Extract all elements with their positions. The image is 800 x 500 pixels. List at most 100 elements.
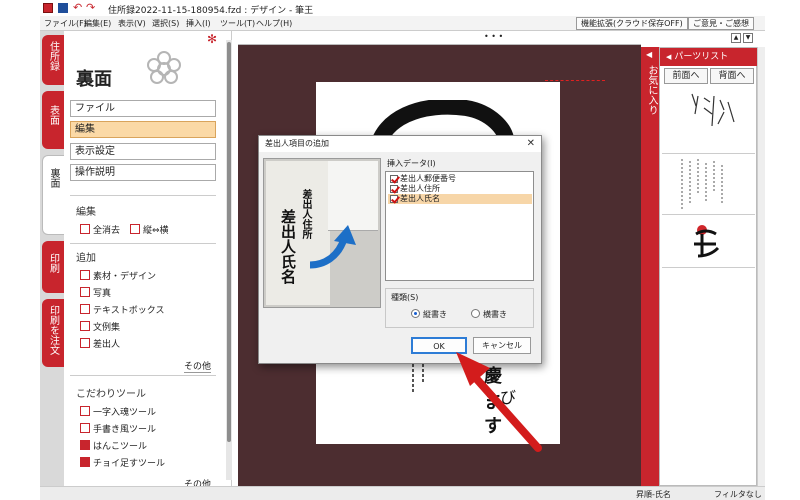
kind-label: 種類(S) — [391, 293, 419, 302]
parts-item[interactable] — [662, 155, 755, 215]
tools-section-heading: こだわりツール — [76, 389, 146, 400]
bring-front-button[interactable]: 前面へ — [664, 68, 708, 84]
tab-print-order[interactable]: 印刷を注文 — [42, 299, 64, 367]
undo-icon[interactable]: ↶ — [73, 1, 82, 14]
save-icon[interactable] — [58, 3, 68, 13]
display-settings-button[interactable]: 表示設定 — [70, 143, 216, 160]
insert-data-list[interactable]: 差出人郵便番号 差出人住所 差出人氏名 — [385, 171, 534, 281]
left-tab-strip: 住所録 表面 裏面 印刷 印刷を注文 — [40, 31, 64, 486]
window-title: 住所録2022-11-15-180954.fzd : デザイン - 筆王 — [108, 6, 314, 16]
stamp-tool-label: はんこツール — [93, 442, 148, 452]
canvas-handle[interactable]: • • • — [484, 32, 503, 41]
collapse-arrow-icon[interactable]: ◀ — [666, 53, 671, 61]
tab-print-label: 印刷 — [47, 253, 59, 273]
side-panel-scroll-thumb[interactable] — [227, 42, 231, 442]
menu-select[interactable]: 選択(S) — [152, 18, 179, 29]
edit-section-heading: 編集 — [76, 207, 96, 218]
add-photo-button[interactable]: 写真 — [80, 286, 111, 299]
single-char-tool-label: 一字入魂ツール — [93, 408, 157, 418]
add-textbox-button[interactable]: テキストボックス — [80, 303, 164, 316]
tab-front-label: 表面 — [47, 105, 59, 125]
checkbox[interactable] — [390, 175, 398, 183]
calligraphy-thumbnail — [691, 93, 735, 127]
menu-edit[interactable]: 編集(E) — [84, 18, 111, 29]
single-char-tool-button[interactable]: 一字入魂ツール — [80, 405, 156, 418]
stamp-character-thumbnail — [694, 225, 720, 258]
add-sender-button[interactable]: 差出人 — [80, 337, 120, 350]
handwriting-tool-button[interactable]: 手書き風ツール — [80, 422, 156, 435]
parts-item[interactable] — [662, 88, 755, 154]
text-thumbnail — [681, 159, 723, 209]
instructions-button[interactable]: 操作説明 — [70, 164, 216, 181]
tab-front[interactable]: 表面 — [42, 91, 64, 149]
add-section-heading: 追加 — [76, 253, 96, 264]
arrow-icon — [309, 225, 356, 269]
add-sender-label: 差出人 — [93, 340, 121, 350]
horizontal-radio[interactable] — [471, 309, 480, 318]
redo-icon[interactable]: ↷ — [86, 1, 95, 14]
list-item[interactable]: 差出人郵便番号 — [388, 174, 532, 184]
menu-file[interactable]: ファイル(F) — [44, 18, 87, 29]
pen-icon — [80, 423, 90, 433]
extension-button[interactable]: 機能拡張(クラウド保存OFF) — [576, 17, 688, 30]
insert-data-label: 挿入データ(I) — [387, 159, 436, 168]
parts-list-scrollbar[interactable] — [757, 47, 765, 486]
photo-icon — [80, 287, 90, 297]
checkbox[interactable] — [390, 185, 398, 193]
panel-title: 裏面 — [76, 69, 112, 90]
add-textbox-label: テキストボックス — [93, 306, 165, 316]
favorites-strip[interactable]: ◀ お気に入り — [641, 47, 659, 486]
app-icon — [43, 3, 53, 13]
vertical-radio[interactable] — [411, 309, 420, 318]
dialog-title-bar: 差出人項目の追加 ✕ — [259, 136, 541, 152]
divider — [70, 243, 216, 244]
checkbox[interactable] — [390, 195, 398, 203]
sort-status: 昇順-氏名 — [636, 490, 671, 499]
guide-line — [545, 80, 605, 81]
preview-image: 差出人住所 差出人氏名 — [263, 158, 381, 308]
gear-icon[interactable]: ✻ — [207, 32, 217, 46]
orientation-button[interactable]: 縦⇔横 — [130, 223, 169, 236]
pointer-arrow — [456, 352, 542, 452]
parts-list-title: パーツリスト — [674, 52, 729, 62]
choitasu-tool-button[interactable]: チョイ足すツール — [80, 456, 165, 469]
menu-view[interactable]: 表示(V) — [118, 18, 146, 29]
menu-bar: ファイル(F) 編集(E) 表示(V) 選択(S) 挿入(I) ツール(T) ヘ… — [40, 16, 765, 31]
list-item-label: 差出人住所 — [400, 184, 440, 193]
tab-print[interactable]: 印刷 — [42, 241, 64, 293]
feedback-button[interactable]: ご意見・ご感想 — [688, 17, 754, 30]
add-material-button[interactable]: 素材・デザイン — [80, 269, 156, 282]
tab-address-book-label: 住所録 — [47, 41, 59, 71]
file-button[interactable]: ファイル — [70, 100, 216, 117]
edit-button[interactable]: 編集 — [70, 121, 216, 138]
scroll-down-icon[interactable]: ▼ — [743, 33, 753, 43]
menu-insert[interactable]: 挿入(I) — [186, 18, 211, 29]
side-panel: ✻ 裏面 ファイル 編集 表示設定 操作説明 編集 全消去 縦⇔横 追加 素材・… — [64, 31, 232, 490]
clear-all-label: 全消去 — [93, 226, 121, 236]
sender-icon — [80, 338, 90, 348]
add-phrase-button[interactable]: 文例集 — [80, 320, 120, 333]
collapse-arrow-icon[interactable]: ◀ — [646, 50, 652, 59]
title-bar: ↶ ↷ 住所録2022-11-15-180954.fzd : デザイン - 筆王 — [40, 0, 765, 16]
send-back-button[interactable]: 背面へ — [710, 68, 754, 84]
list-item[interactable]: 差出人氏名 — [388, 194, 532, 204]
scroll-up-icon[interactable]: ▲ — [731, 33, 741, 43]
menu-tools[interactable]: ツール(T) — [220, 18, 255, 29]
status-bar: 昇順-氏名 フィルタなし — [40, 486, 765, 500]
stamp-tool-button[interactable]: はんこツール — [80, 439, 147, 452]
tab-back[interactable]: 裏面 — [42, 155, 64, 235]
canvas-toolbar: • • • ▲ ▼ — [238, 31, 753, 45]
tab-address-book[interactable]: 住所録 — [42, 35, 64, 85]
parts-item[interactable] — [662, 216, 755, 268]
parts-list-panel: ◀ パーツリスト 前面へ 背面へ — [659, 47, 758, 486]
list-item[interactable]: 差出人住所 — [388, 184, 532, 194]
favorites-label: お気に入り — [646, 65, 657, 115]
add-material-label: 素材・デザイン — [93, 272, 157, 282]
add-more-link[interactable]: その他 — [184, 359, 212, 373]
orientation-label: 縦⇔横 — [143, 226, 169, 236]
menu-help[interactable]: ヘルプ(H) — [256, 18, 292, 29]
horizontal-radio-label: 横書き — [483, 310, 507, 319]
phrase-icon — [80, 321, 90, 331]
clear-all-button[interactable]: 全消去 — [80, 223, 120, 236]
close-icon[interactable]: ✕ — [527, 137, 535, 151]
